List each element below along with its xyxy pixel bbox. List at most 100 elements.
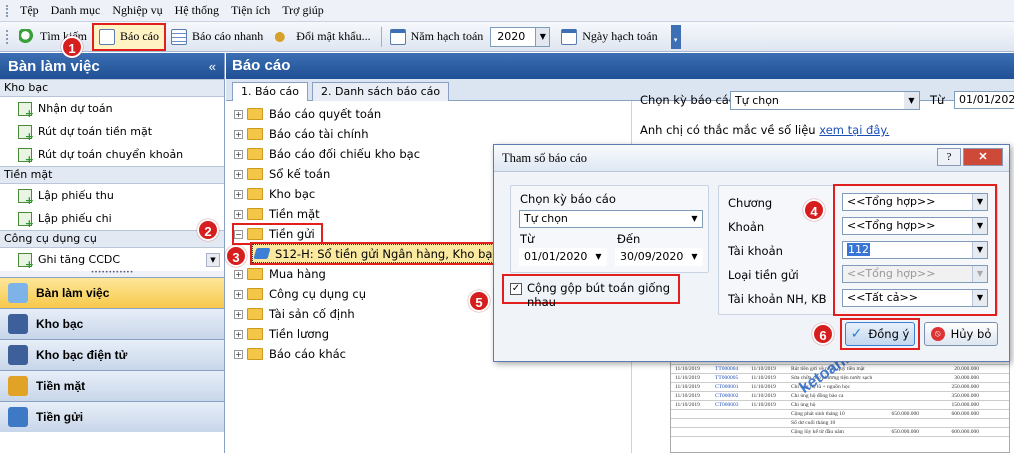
nav-workspace[interactable]: Bàn làm việc	[0, 277, 224, 308]
expand-icon[interactable]: +	[234, 109, 243, 119]
tree-node[interactable]: + Tài sản cố định	[234, 305, 355, 323]
report-cell: CT000001	[715, 384, 739, 390]
tree-node-deposit[interactable]: − Tiền gửi	[232, 223, 323, 245]
chevron-down-icon[interactable]: ▼	[972, 218, 987, 234]
expand-icon[interactable]: +	[234, 329, 243, 339]
tab-reports[interactable]: 1. Báo cáo	[232, 82, 309, 102]
tree-node[interactable]: + Báo cáo đối chiếu kho bạc	[234, 145, 420, 163]
expand-icon[interactable]: +	[234, 269, 243, 279]
tree-node[interactable]: + Báo cáo quyết toán	[234, 105, 381, 123]
expand-icon[interactable]: +	[234, 129, 243, 139]
chevron-down-icon[interactable]: ▼	[687, 249, 702, 265]
nav-deposit[interactable]: Tiền gửi	[0, 401, 224, 432]
expand-icon[interactable]: +	[234, 149, 243, 159]
report-row: Số dư cuối tháng 10	[671, 419, 1009, 428]
menu-catalog[interactable]: Danh mục	[45, 3, 107, 18]
tree-node[interactable]: + Tiền lương	[234, 325, 329, 343]
merge-entries-option[interactable]: ✓ Cộng gộp bút toán giống nhau	[502, 274, 680, 309]
chevron-down-icon[interactable]: ▼	[972, 194, 987, 210]
chevron-down-icon[interactable]: ▼	[904, 92, 919, 109]
menu-file[interactable]: Tệp	[14, 3, 45, 18]
quick-report-button[interactable]: Báo cáo nhanh	[166, 25, 268, 49]
report-s12h[interactable]: S12-H: Sổ tiền gửi Ngân hàng, Kho bạc	[250, 242, 506, 265]
nav-treasury[interactable]: Kho bạc	[0, 308, 224, 339]
expand-icon[interactable]: +	[234, 169, 243, 179]
expand-icon[interactable]: +	[234, 309, 243, 319]
item-withdraw-transfer[interactable]: Rút dự toán chuyển khoản	[0, 143, 224, 166]
expand-icon[interactable]: +	[234, 289, 243, 299]
nav-e-treasury[interactable]: Kho bạc điện tử	[0, 339, 224, 370]
report-cell: 11/10/2019	[675, 402, 700, 408]
folder-icon	[247, 148, 263, 160]
collapse-icon[interactable]: «	[209, 59, 216, 74]
tree-node[interactable]: + Tiền mặt	[234, 205, 320, 223]
expand-icon[interactable]: +	[234, 189, 243, 199]
help-button[interactable]: ?	[937, 148, 961, 166]
period-select[interactable]: Tự chọn ▼	[730, 91, 920, 110]
close-icon[interactable]: ✕	[963, 148, 1003, 166]
change-password-button[interactable]: Đổi mật khẩu...	[270, 25, 375, 49]
tab-report-list[interactable]: 2. Danh sách báo cáo	[312, 82, 450, 101]
bank-account-select[interactable]: <<Tất cả>> ▼	[842, 289, 988, 307]
menu-bar: Tệp Danh mục Nghiệp vụ Hệ thống Tiện ích…	[0, 0, 1014, 22]
report-cell: 11/10/2019	[751, 375, 776, 381]
menu-utilities[interactable]: Tiện ích	[225, 3, 276, 18]
item-withdraw-cash[interactable]: Rút dự toán tiền mặt	[0, 120, 224, 143]
tree-node[interactable]: + Công cụ dụng cụ	[234, 285, 366, 303]
report-row: 11/10/2019 CT000001 11/10/2019 Chi ủng hộ l…	[671, 383, 1009, 392]
toolbar-overflow-icon[interactable]: ▾	[670, 24, 681, 49]
step-badge-1: 1	[61, 36, 83, 58]
posting-date-button[interactable]: Ngày hạch toán	[556, 25, 662, 49]
folder-icon	[247, 308, 263, 320]
item-select[interactable]: <<Tổng hợp>> ▼	[842, 217, 988, 235]
item-payment[interactable]: Lập phiếu chi	[0, 207, 224, 230]
tree-node[interactable]: + Kho bạc	[234, 185, 315, 203]
menu-help[interactable]: Trợ giúp	[276, 3, 330, 18]
tree-node[interactable]: + Sổ kế toán	[234, 165, 330, 183]
scroll-down-icon[interactable]: ▼	[206, 253, 220, 267]
chapter-select[interactable]: <<Tổng hợp>> ▼	[842, 193, 988, 211]
dialog-to-label: Đến	[617, 232, 641, 246]
folder-icon	[247, 168, 263, 180]
dialog-to-date[interactable]: 30/09/2020 ▼	[615, 248, 703, 266]
tree-node[interactable]: + Mua hàng	[234, 265, 326, 283]
nav-cash[interactable]: Tiền mặt	[0, 370, 224, 401]
folder-open-icon	[247, 228, 263, 240]
item-receive-estimate[interactable]: Nhận dự toán	[0, 97, 224, 120]
chevron-down-icon[interactable]: ▼	[535, 27, 550, 46]
collapse-node-icon[interactable]: −	[234, 229, 243, 239]
dialog-from-date[interactable]: 01/01/2020 ▼	[519, 248, 607, 266]
tree-node[interactable]: + Báo cáo khác	[234, 345, 346, 363]
menu-operations[interactable]: Nghiệp vụ	[106, 3, 168, 18]
expand-icon[interactable]: +	[234, 349, 243, 359]
merge-checkbox[interactable]: ✓	[510, 283, 522, 295]
step-badge-5: 5	[468, 290, 490, 312]
calendar-icon	[389, 28, 406, 45]
help-link[interactable]: xem tại đây.	[819, 123, 889, 137]
dialog-period-label: Chọn kỳ báo cáo	[520, 192, 616, 206]
expand-icon[interactable]: +	[234, 209, 243, 219]
dialog-period-select[interactable]: Tự chọn ▼	[519, 210, 703, 228]
chevron-down-icon[interactable]: ▼	[591, 249, 606, 265]
report-cell: 11/10/2019	[751, 402, 776, 408]
chevron-down-icon[interactable]: ▼	[972, 242, 987, 258]
report-header: Báo cáo	[226, 53, 1014, 79]
folder-icon	[247, 208, 263, 220]
chevron-down-icon[interactable]: ▼	[972, 290, 987, 306]
tree-node[interactable]: + Báo cáo tài chính	[234, 125, 368, 143]
report-cell: Cộng lũy kế từ đầu năm	[791, 429, 844, 435]
menu-system[interactable]: Hệ thống	[169, 3, 225, 18]
cancel-button[interactable]: ⦸ Hủy bỏ	[924, 322, 998, 346]
item-receipt[interactable]: Lập phiếu thu	[0, 184, 224, 207]
section-treasury: Kho bạc	[0, 79, 224, 97]
report-button[interactable]: Báo cáo	[92, 22, 166, 51]
report-row: 11/10/2019 CT000002 11/10/2019 Chi ủng hộ đ…	[671, 392, 1009, 401]
fiscal-year-select[interactable]: 2020 ▼	[490, 26, 551, 47]
from-date-field[interactable]: 01/01/2020	[954, 91, 1014, 109]
account-select[interactable]: 112 ▼	[842, 241, 988, 259]
ok-button[interactable]: ✓ Đồng ý	[845, 322, 915, 346]
toolbar: Tìm kiếm Báo cáo Báo cáo nhanh Đổi mật k…	[0, 22, 1014, 52]
chevron-down-icon[interactable]: ▼	[687, 211, 702, 227]
workspace-header: Bàn làm việc «	[0, 53, 224, 79]
item-increase-tools[interactable]: Ghi tăng CCDC▼	[0, 248, 224, 271]
